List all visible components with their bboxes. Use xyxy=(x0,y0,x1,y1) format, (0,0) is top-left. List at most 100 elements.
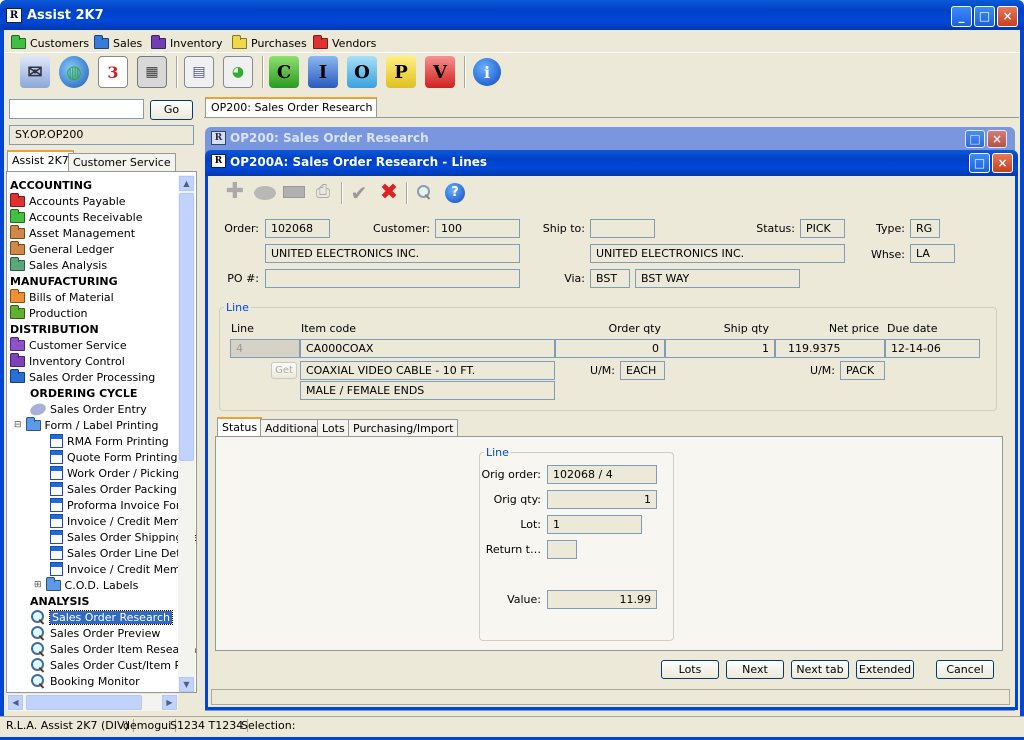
purchases-app-icon[interactable]: P xyxy=(386,56,416,88)
tree-item[interactable]: ⊞ C.O.D. Labels xyxy=(34,576,138,593)
cancel-button[interactable]: Cancel xyxy=(936,660,994,679)
menu-customers[interactable]: Customers xyxy=(11,34,89,52)
folder-icon xyxy=(94,34,109,49)
tree-item[interactable]: Sales Order Processing xyxy=(10,368,155,385)
next-button[interactable]: Next xyxy=(726,660,784,679)
tree-item[interactable]: Proforma Invoice Form xyxy=(50,497,191,513)
tree-item[interactable]: Invoice / Credit Memo xyxy=(50,513,187,529)
form-document-icon xyxy=(50,450,63,464)
value-label: Value: xyxy=(507,593,541,606)
status-user: demogui xyxy=(123,719,177,732)
scroll-up-button[interactable]: ▲ xyxy=(179,176,194,191)
mail-icon[interactable]: ✉ xyxy=(20,56,50,88)
form-document-icon xyxy=(50,434,63,448)
tab-additional[interactable]: Additional xyxy=(260,419,326,437)
bg-close-button[interactable]: × xyxy=(987,130,1007,148)
globe-icon[interactable]: ◍ xyxy=(59,56,89,88)
inventory-app-icon[interactable]: I xyxy=(308,56,338,88)
ship-to-field[interactable] xyxy=(590,219,655,238)
extended-button[interactable]: Extended xyxy=(856,660,914,679)
tree-item[interactable]: Sales Order Shipping La xyxy=(50,529,196,545)
scroll-thumb[interactable] xyxy=(179,193,194,461)
tree-item[interactable]: Sales Order Cust/Item Res xyxy=(30,657,194,673)
customers-app-icon[interactable]: C xyxy=(269,56,299,88)
customer-field[interactable]: 100 xyxy=(435,219,520,238)
tree-item[interactable]: Asset Management xyxy=(10,224,135,241)
tree-item[interactable]: Sales Order Packing Lis xyxy=(50,481,195,497)
cancel-icon[interactable]: ✖ xyxy=(378,182,400,204)
chart-report-icon[interactable]: ◕ xyxy=(223,56,253,88)
info-icon[interactable]: i xyxy=(473,58,501,86)
tree-item[interactable]: Accounts Payable xyxy=(10,192,126,209)
tab-purchasing-import[interactable]: Purchasing/Import xyxy=(348,419,459,437)
item-code-field[interactable]: CA000COAX xyxy=(300,339,555,358)
tree-item[interactable]: Sales Order Preview xyxy=(30,625,160,641)
search-input[interactable] xyxy=(9,99,144,119)
status-label: Status: xyxy=(756,222,795,235)
value-field: 11.99 xyxy=(547,590,657,609)
tab-assist-2k7[interactable]: Assist 2K7 xyxy=(7,150,74,171)
tree-item-label: General Ledger xyxy=(29,242,114,256)
tree-item[interactable]: Booking Monitor xyxy=(30,673,140,689)
tree-item[interactable]: Customer Service xyxy=(10,336,127,353)
lots-button[interactable]: Lots xyxy=(661,660,719,679)
orig-order-field: 102068 / 4 xyxy=(547,465,657,484)
toolbar-separator xyxy=(406,182,408,204)
go-button[interactable]: Go xyxy=(150,100,193,120)
close-button[interactable]: × xyxy=(997,6,1018,27)
col-line: Line xyxy=(231,322,254,335)
tree-item[interactable]: Bills of Material xyxy=(10,288,114,305)
orders-app-icon[interactable]: O xyxy=(347,56,377,88)
scroll-left-button[interactable]: ◀ xyxy=(8,695,23,710)
maximize-button[interactable]: □ xyxy=(974,6,995,27)
tree-item[interactable]: Sales Analysis xyxy=(10,256,108,273)
tree-item[interactable]: Sales Order Line Detail xyxy=(50,545,193,561)
minimize-button[interactable]: _ xyxy=(951,6,972,27)
tree-item[interactable]: Quote Form Printing xyxy=(50,449,177,465)
window-maximize-button[interactable]: □ xyxy=(969,153,990,173)
help-icon[interactable]: ? xyxy=(445,183,465,203)
order-field[interactable]: 102068 xyxy=(265,219,330,238)
calculator-icon[interactable]: ▦ xyxy=(137,56,167,88)
sales-entry-icon xyxy=(28,401,48,417)
tab-customer-service[interactable]: Customer Service xyxy=(68,153,176,171)
menu-purchases[interactable]: Purchases xyxy=(232,34,307,52)
tree-item[interactable]: Invoice / Credit Memo xyxy=(50,561,187,577)
via-field: BST xyxy=(590,269,630,288)
menu-sales[interactable]: Sales xyxy=(94,34,142,52)
ship-qty-field: 1 xyxy=(665,339,775,358)
tree-item[interactable]: Sales Order Entry xyxy=(28,401,147,417)
tab-op200[interactable]: OP200: Sales Order Research xyxy=(205,97,378,117)
expand-toggle-icon[interactable]: ⊞ xyxy=(34,580,42,590)
tab-lots[interactable]: Lots xyxy=(317,419,350,437)
tree-item[interactable]: Work Order / Picking Li xyxy=(50,465,192,481)
scroll-right-button[interactable]: ▶ xyxy=(162,695,177,710)
collapse-toggle-icon[interactable]: ⊟ xyxy=(14,420,22,430)
tree-item[interactable]: Production xyxy=(10,304,88,321)
menu-inventory[interactable]: Inventory xyxy=(151,34,223,52)
hscroll-thumb[interactable] xyxy=(26,695,142,710)
bg-maximize-button[interactable]: □ xyxy=(965,130,985,148)
folder-icon xyxy=(45,576,61,591)
report-icon[interactable]: ▤ xyxy=(184,56,214,88)
tree-item-label: Sales Analysis xyxy=(29,258,108,272)
get-button: Get xyxy=(271,362,297,379)
tab-status[interactable]: Status xyxy=(217,417,263,437)
tree-item[interactable]: Sales Order Research xyxy=(30,609,173,625)
tree-item[interactable]: RMA Form Printing xyxy=(50,433,169,449)
next-tab-button[interactable]: Next tab xyxy=(791,660,849,679)
type-field: RG xyxy=(910,219,940,238)
status-field: PICK xyxy=(800,219,845,238)
print-icon: ⎙ xyxy=(315,181,331,202)
tree-item[interactable]: Sales Order Item Research xyxy=(30,641,196,657)
tree-item[interactable]: General Ledger xyxy=(10,240,114,257)
tree-item[interactable]: Accounts Receivable xyxy=(10,208,143,225)
calendar-icon[interactable]: 3 xyxy=(98,56,128,88)
tree-item[interactable]: ⊟ Form / Label Printing xyxy=(14,416,158,433)
tree-item[interactable]: Inventory Control xyxy=(10,352,125,369)
menu-vendors[interactable]: Vendors xyxy=(313,34,376,52)
window-close-button[interactable]: × xyxy=(992,153,1013,173)
po-field[interactable] xyxy=(265,269,520,288)
vendors-app-icon[interactable]: V xyxy=(425,56,455,88)
scroll-down-button[interactable]: ▼ xyxy=(179,677,194,692)
